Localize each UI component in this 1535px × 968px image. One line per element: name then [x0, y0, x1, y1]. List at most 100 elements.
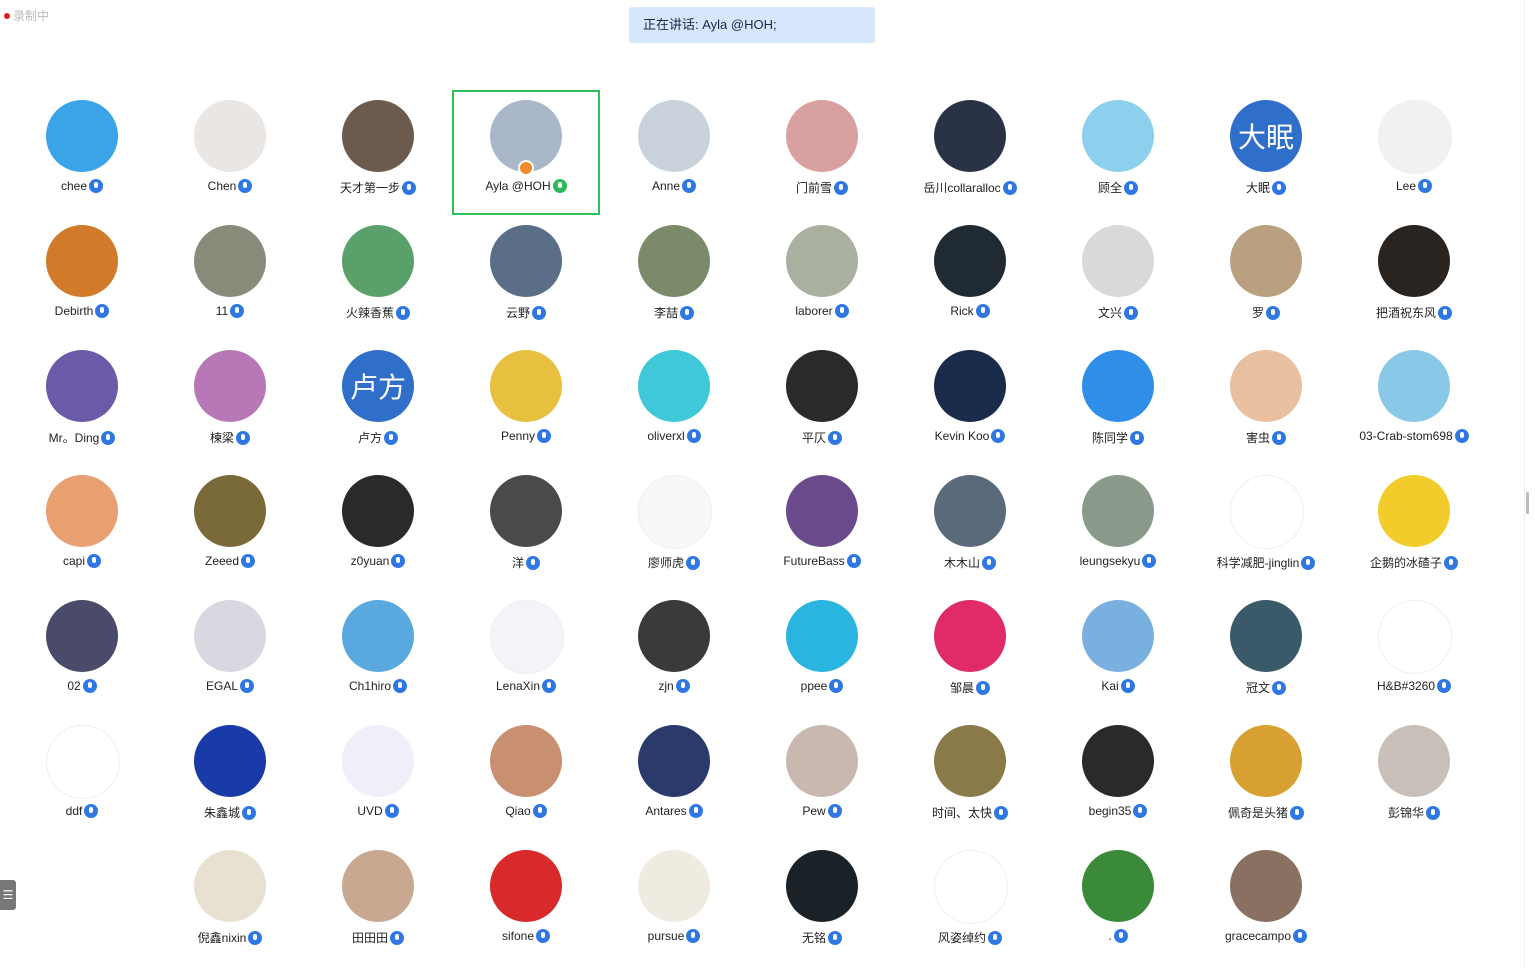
microphone-icon[interactable]	[537, 429, 552, 443]
participant-tile[interactable]: ppee	[748, 590, 896, 715]
participant-tile[interactable]: 害虫	[1192, 340, 1340, 465]
participant-tile[interactable]: ddf	[8, 715, 156, 840]
participant-tile[interactable]: 岳川collaralloc	[896, 90, 1044, 215]
participant-tile[interactable]: 楝梁	[156, 340, 304, 465]
microphone-icon[interactable]	[536, 929, 551, 943]
participant-tile[interactable]: Zeeed	[156, 465, 304, 590]
microphone-icon[interactable]	[1444, 556, 1458, 570]
participant-tile[interactable]: Mr。Ding	[8, 340, 156, 465]
microphone-icon[interactable]	[1266, 306, 1280, 320]
microphone-icon[interactable]	[975, 304, 990, 318]
microphone-icon[interactable]	[1272, 181, 1286, 195]
microphone-icon[interactable]	[391, 554, 406, 568]
participant-tile[interactable]: Penny	[452, 340, 600, 465]
microphone-icon[interactable]	[1272, 431, 1286, 445]
participant-tile[interactable]: Debirth	[8, 215, 156, 340]
participant-tile[interactable]: zjn	[600, 590, 748, 715]
participant-tile[interactable]: Lee	[1340, 90, 1488, 215]
microphone-icon[interactable]	[396, 306, 410, 320]
participant-tile[interactable]: 顾全	[1044, 90, 1192, 215]
microphone-icon[interactable]	[834, 304, 849, 318]
participant-tile[interactable]: Ayla @HOH	[452, 90, 600, 215]
participant-tile[interactable]: pursue	[600, 840, 748, 965]
microphone-icon[interactable]	[828, 431, 842, 445]
participant-tile[interactable]: laborer	[748, 215, 896, 340]
microphone-icon[interactable]	[686, 556, 700, 570]
microphone-icon[interactable]	[1438, 306, 1452, 320]
participant-tile[interactable]: Anne	[600, 90, 748, 215]
microphone-icon[interactable]	[1120, 679, 1135, 693]
side-menu-tab[interactable]: ☰	[0, 880, 16, 910]
participant-tile[interactable]: 时间、太快	[896, 715, 1044, 840]
participant-tile[interactable]: gracecampo	[1192, 840, 1340, 965]
participant-tile[interactable]: Kai	[1044, 590, 1192, 715]
participant-tile[interactable]: 11	[156, 215, 304, 340]
microphone-icon[interactable]	[1418, 179, 1433, 193]
participant-tile[interactable]: 云野	[452, 215, 600, 340]
microphone-icon[interactable]	[248, 931, 263, 945]
participant-tile[interactable]: 03-Crab-stom698	[1340, 340, 1488, 465]
microphone-icon[interactable]	[532, 306, 546, 320]
microphone-icon[interactable]	[1272, 681, 1286, 695]
participant-tile[interactable]: 彭锦华	[1340, 715, 1488, 840]
participant-tile[interactable]: 李喆	[600, 215, 748, 340]
microphone-icon[interactable]	[242, 806, 256, 820]
microphone-icon[interactable]	[1290, 806, 1304, 820]
microphone-icon[interactable]	[89, 179, 104, 193]
participant-tile[interactable]: 田田田	[304, 840, 452, 965]
microphone-icon[interactable]	[236, 431, 250, 445]
microphone-icon[interactable]	[988, 931, 1002, 945]
microphone-icon[interactable]	[828, 931, 842, 945]
microphone-icon[interactable]	[101, 431, 116, 445]
microphone-icon[interactable]	[87, 554, 101, 568]
microphone-icon[interactable]	[976, 681, 990, 695]
microphone-icon[interactable]	[829, 679, 844, 693]
participant-tile[interactable]: capi	[8, 465, 156, 590]
microphone-icon[interactable]	[834, 181, 848, 195]
microphone-icon[interactable]	[1130, 431, 1144, 445]
microphone-icon[interactable]	[994, 806, 1008, 820]
participant-tile[interactable]: Antares	[600, 715, 748, 840]
microphone-icon[interactable]	[84, 804, 99, 818]
microphone-icon[interactable]	[82, 679, 97, 693]
microphone-icon[interactable]	[1133, 804, 1148, 818]
participant-tile[interactable]: 陈同学	[1044, 340, 1192, 465]
microphone-icon[interactable]	[1437, 679, 1452, 693]
microphone-icon[interactable]	[991, 429, 1006, 443]
participant-tile[interactable]: z0yuan	[304, 465, 452, 590]
participant-tile[interactable]: Rick	[896, 215, 1044, 340]
participant-tile[interactable]: 邹晨	[896, 590, 1044, 715]
microphone-icon[interactable]	[384, 804, 399, 818]
participant-tile[interactable]: 无铭	[748, 840, 896, 965]
microphone-icon[interactable]	[686, 929, 701, 943]
microphone-icon[interactable]	[402, 181, 416, 195]
participant-tile[interactable]: 倪鑫nixin	[156, 840, 304, 965]
participant-tile[interactable]: 罗	[1192, 215, 1340, 340]
microphone-icon[interactable]	[390, 931, 404, 945]
microphone-icon[interactable]	[1124, 306, 1138, 320]
participant-tile[interactable]: 佩奇是头猪	[1192, 715, 1340, 840]
participant-tile[interactable]: 朱鑫城	[156, 715, 304, 840]
participant-tile[interactable]: 文兴	[1044, 215, 1192, 340]
participant-tile[interactable]: Qiao	[452, 715, 600, 840]
microphone-icon[interactable]	[1113, 929, 1128, 943]
microphone-icon[interactable]	[552, 179, 567, 193]
participant-tile[interactable]: 天才第一步	[304, 90, 452, 215]
participant-tile[interactable]: 木木山	[896, 465, 1044, 590]
microphone-icon[interactable]	[240, 679, 254, 693]
participant-tile[interactable]: 平仄	[748, 340, 896, 465]
participant-tile[interactable]: .	[1044, 840, 1192, 965]
microphone-icon[interactable]	[1293, 929, 1308, 943]
microphone-icon[interactable]	[532, 804, 547, 818]
microphone-icon[interactable]	[542, 679, 557, 693]
participant-tile[interactable]: 卢方 卢方	[304, 340, 452, 465]
microphone-icon[interactable]	[241, 554, 256, 568]
participant-tile[interactable]: 企鹅的冰碴子	[1340, 465, 1488, 590]
participant-tile[interactable]: EGAL	[156, 590, 304, 715]
participant-tile[interactable]: 02	[8, 590, 156, 715]
participant-tile[interactable]: 廖师虎	[600, 465, 748, 590]
participant-tile[interactable]: LenaXin	[452, 590, 600, 715]
participant-tile[interactable]: leungsekyu	[1044, 465, 1192, 590]
microphone-icon[interactable]	[1301, 556, 1316, 570]
microphone-icon[interactable]	[682, 179, 697, 193]
